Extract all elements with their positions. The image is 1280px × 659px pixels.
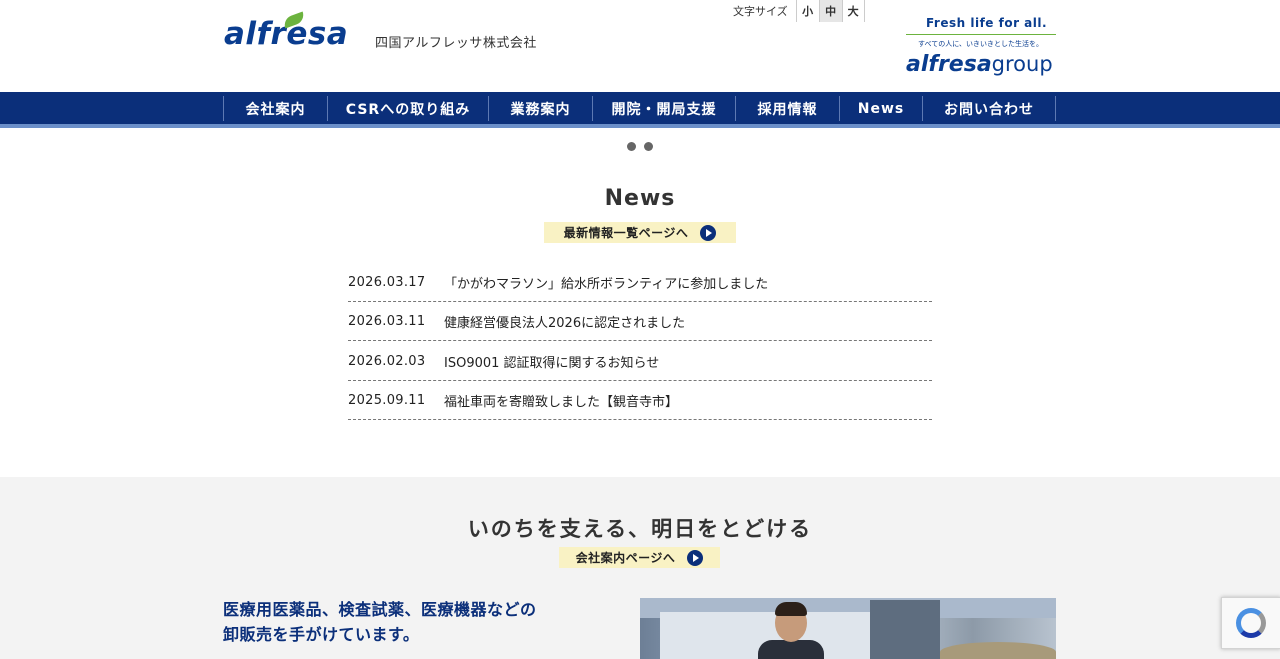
- group-wordmark: alfresagroup: [906, 52, 1053, 77]
- news-item[interactable]: 2026.02.03 ISO9001 認証取得に関するお知らせ: [348, 341, 932, 381]
- news-date: 2026.03.17: [348, 274, 426, 290]
- news-list-link-label: 最新情報一覧ページへ: [563, 226, 689, 240]
- nav-item-opening-support[interactable]: 開院・開局支援: [592, 96, 735, 121]
- font-size-switcher: 文字サイズ 小 中 大: [733, 0, 865, 22]
- group-wordmark-suffix: group: [991, 52, 1053, 76]
- slider-dot[interactable]: [644, 142, 653, 151]
- news-list: 2026.03.17 「かがわマラソン」給水所ボランティアに参加しました 202…: [348, 262, 932, 420]
- recaptcha-icon: [1236, 608, 1266, 638]
- font-size-medium-button[interactable]: 中: [818, 0, 842, 22]
- news-list-link[interactable]: 最新情報一覧ページへ: [544, 222, 736, 243]
- recaptcha-badge[interactable]: [1221, 597, 1280, 649]
- nav-item-contact[interactable]: お問い合わせ: [922, 96, 1056, 121]
- font-size-large-button[interactable]: 大: [841, 0, 865, 22]
- company-page-link[interactable]: 会社案内ページへ: [559, 547, 720, 568]
- news-title-link[interactable]: 健康経営優良法人2026に認定されました: [444, 312, 932, 331]
- news-title-link[interactable]: 福祉車両を寄贈致しました【観音寺市】: [444, 391, 932, 410]
- news-date: 2026.03.11: [348, 314, 426, 330]
- nav-item-news[interactable]: News: [839, 96, 922, 121]
- news-date: 2025.09.11: [348, 393, 426, 409]
- company-heading: いのちを支える、明日をとどける: [467, 517, 813, 541]
- company-section: いのちを支える、明日をとどける 会社案内ページへ 医療用医薬品、検査試薬、医療機…: [0, 477, 1280, 659]
- news-date: 2026.02.03: [348, 353, 426, 369]
- news-item[interactable]: 2026.03.11 健康経営優良法人2026に認定されました: [348, 302, 932, 341]
- company-name: 四国アルフレッサ株式会社: [375, 36, 537, 51]
- alfresa-group-logo[interactable]: Fresh life for all. すべての人に、いきいきとした生活を。 a…: [906, 14, 1056, 84]
- nav-item-csr[interactable]: CSRへの取り組み: [327, 96, 488, 121]
- company-description-line: 卸販売を手がけています。: [223, 625, 420, 644]
- global-nav: 会社案内 CSRへの取り組み 業務案内 開院・開局支援 採用情報 News お問…: [0, 92, 1280, 128]
- staff-photo: [640, 598, 1056, 659]
- group-tagline: Fresh life for all.: [926, 16, 1048, 30]
- nav-item-company[interactable]: 会社案内: [223, 96, 327, 121]
- news-title-link[interactable]: 「かがわマラソン」給水所ボランティアに参加しました: [444, 273, 932, 292]
- group-wordmark-main: alfresa: [906, 52, 992, 77]
- nav-item-business[interactable]: 業務案内: [488, 96, 592, 121]
- slider-dots: [627, 142, 653, 151]
- tagline-divider: [906, 34, 1056, 35]
- font-size-small-button[interactable]: 小: [795, 0, 819, 22]
- news-item[interactable]: 2026.03.17 「かがわマラソン」給水所ボランティアに参加しました: [348, 262, 932, 302]
- font-size-label: 文字サイズ: [733, 5, 788, 18]
- news-item[interactable]: 2025.09.11 福祉車両を寄贈致しました【観音寺市】: [348, 381, 932, 420]
- company-description-line: 医療用医薬品、検査試薬、医療機器などの: [223, 600, 537, 619]
- site-header: alfresa 四国アルフレッサ株式会社 文字サイズ 小 中 大 Fresh l…: [0, 0, 1280, 92]
- company-description: 医療用医薬品、検査試薬、医療機器などの 卸販売を手がけています。: [223, 597, 537, 647]
- slider-dot[interactable]: [627, 142, 636, 151]
- circle-arrow-right-icon: [700, 224, 717, 241]
- company-page-link-label: 会社案内ページへ: [575, 551, 676, 565]
- news-heading: News: [604, 186, 676, 211]
- group-tagline-sub: すべての人に、いきいきとした生活を。: [918, 40, 1044, 48]
- nav-item-recruit[interactable]: 採用情報: [735, 96, 839, 121]
- news-title-link[interactable]: ISO9001 認証取得に関するお知らせ: [444, 352, 932, 371]
- circle-arrow-right-icon: [687, 549, 704, 566]
